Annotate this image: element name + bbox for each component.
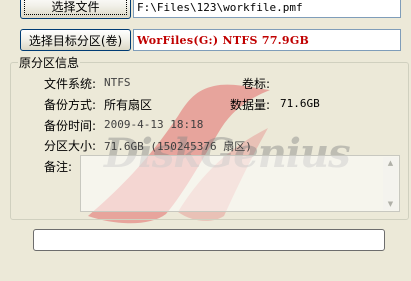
target-partition-value: WorFiles(G:) NTFS 77.9GB: [137, 33, 310, 47]
backup-mode-value: 所有扇区: [104, 98, 153, 112]
notes-scrollbar[interactable]: ▲ ▼: [383, 157, 398, 210]
partition-size-value: 71.6GB (150245376 扇区): [104, 140, 252, 153]
notes-label: 备注:: [44, 160, 73, 174]
progress-bar: [33, 229, 385, 251]
source-info-title: 原分区信息: [18, 54, 81, 71]
filesystem-value: NTFS: [104, 76, 131, 89]
scroll-up-arrow-icon[interactable]: ▲: [384, 157, 397, 169]
notes-textarea[interactable]: ▲ ▼: [80, 155, 400, 212]
select-target-partition-button[interactable]: 选择目标分区(卷): [20, 29, 131, 51]
data-size-value: 71.6GB: [280, 97, 320, 110]
backup-time-value: 2009-4-13 18:18: [104, 118, 204, 131]
data-size-label: 数据量:: [230, 98, 271, 112]
select-target-label: 选择目标分区(卷): [28, 33, 123, 48]
partition-size-label: 分区大小:: [44, 139, 97, 153]
scroll-down-arrow-icon[interactable]: ▼: [384, 198, 397, 210]
file-path-field[interactable]: F:\Files\123\workfile.pmf: [133, 0, 401, 18]
select-file-button[interactable]: 选择文件: [20, 0, 131, 19]
backup-time-label: 备份时间:: [44, 119, 97, 133]
filesystem-label: 文件系统:: [44, 77, 97, 91]
select-file-label: 选择文件: [51, 0, 100, 14]
target-partition-field: WorFiles(G:) NTFS 77.9GB: [133, 29, 401, 51]
backup-mode-label: 备份方式:: [44, 98, 97, 112]
volume-label-label: 卷标:: [242, 77, 271, 91]
file-path-value: F:\Files\123\workfile.pmf: [137, 0, 303, 14]
